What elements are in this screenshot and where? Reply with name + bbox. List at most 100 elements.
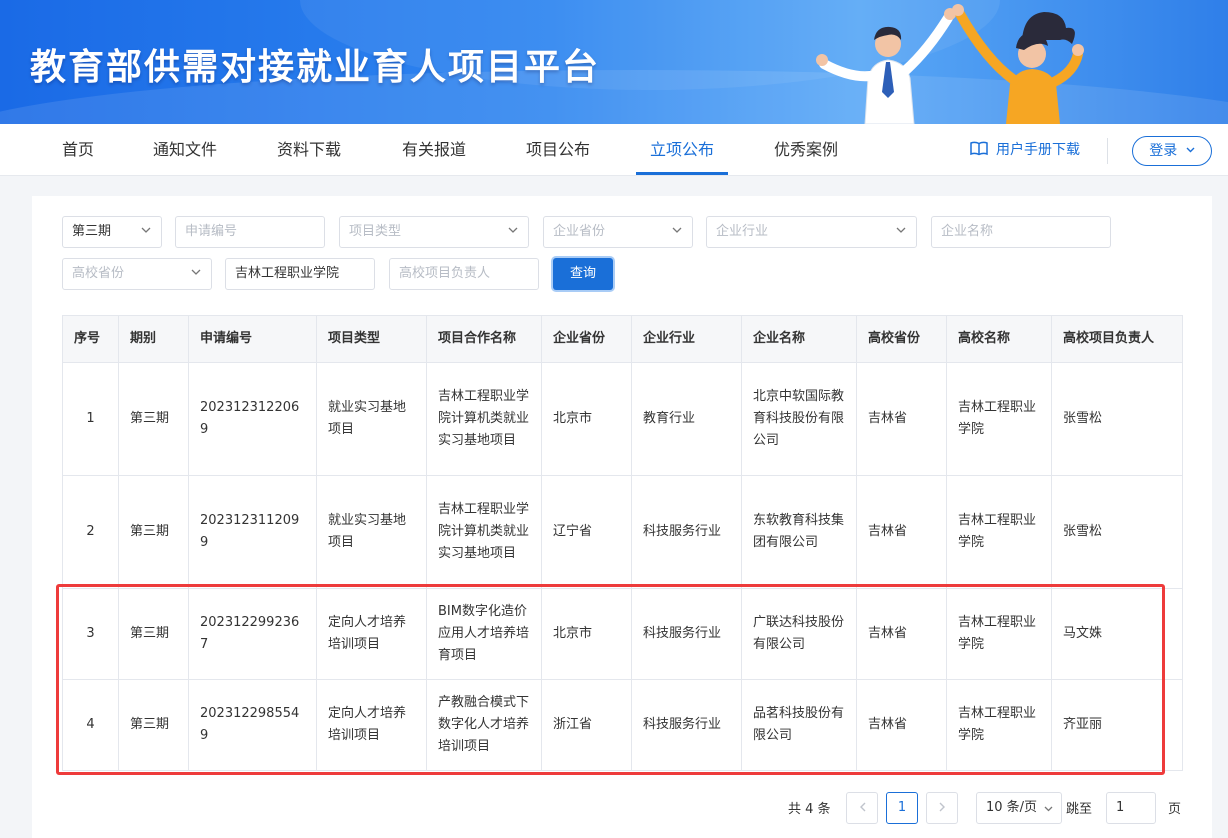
chevron-down-icon [141,227,151,233]
school-province-placeholder: 高校省份 [72,266,125,281]
table-cell: 第三期 [118,679,189,771]
school-leader-placeholder: 高校项目负责人 [399,266,491,281]
table-cell: 东软教育科技集团有限公司 [741,475,857,589]
table-row: 1 第三期 2023123122069 就业实习基地项目 吉林工程职业学院计算机… [62,362,1183,476]
nav-divider [1107,138,1108,164]
table-cell: 2 [62,475,119,589]
table-cell: 吉林工程职业学院计算机类就业实习基地项目 [426,475,542,589]
table-cell: 北京市 [541,588,632,680]
table-cell: 3 [62,588,119,680]
company-industry-placeholder: 企业行业 [716,224,769,239]
application-no-input[interactable]: 申请编号 [175,216,325,248]
chevron-down-icon [672,227,682,233]
company-name-placeholder: 企业名称 [941,224,994,239]
table-cell: 2023122985549 [188,679,317,771]
column-header: 高校项目负责人 [1051,315,1183,363]
table-cell: 科技服务行业 [631,475,742,589]
table-cell: 第三期 [118,588,189,680]
company-province-placeholder: 企业省份 [553,224,606,239]
table-cell: 4 [62,679,119,771]
table-cell: 北京市 [541,362,632,476]
table-cell: 品茗科技股份有限公司 [741,679,857,771]
school-name-input[interactable]: 吉林工程职业学院 [225,258,375,290]
nav-item-notices[interactable]: 通知文件 [153,124,217,176]
table-row: 3 第三期 2023122992367 定向人才培养培训项目 BIM数字化造价应… [62,588,1183,680]
chevron-right-icon [939,802,945,811]
school-name-value: 吉林工程职业学院 [235,266,340,281]
table-cell: 科技服务行业 [631,588,742,680]
column-header: 企业省份 [541,315,632,363]
jump-label: 跳至 [1066,802,1093,817]
table-cell: 吉林省 [856,475,947,589]
pagination-total: 共 4 条 [788,802,831,817]
chevron-left-icon [859,802,865,811]
project-type-select[interactable]: 项目类型 [339,216,529,248]
table-cell: 就业实习基地项目 [316,475,427,589]
table-cell: 浙江省 [541,679,632,771]
chevron-down-icon [508,227,518,233]
nav-item-downloads[interactable]: 资料下载 [277,124,341,176]
table-cell: 吉林工程职业学院 [946,475,1052,589]
column-header: 高校名称 [946,315,1052,363]
table-cell: 第三期 [118,362,189,476]
table-cell: 北京中软国际教育科技股份有限公司 [741,362,857,476]
table-row: 4 第三期 2023122985549 定向人才培养培训项目 产教融合模式下数字… [62,679,1183,771]
table-cell: 教育行业 [631,362,742,476]
header-banner: 教育部供需对接就业育人项目平台 [0,0,1228,124]
table-cell: 就业实习基地项目 [316,362,427,476]
nav-item-home[interactable]: 首页 [62,124,94,176]
column-header: 企业行业 [631,315,742,363]
table-cell: 吉林工程职业学院 [946,588,1052,680]
column-header: 企业名称 [741,315,857,363]
project-type-placeholder: 项目类型 [349,224,402,239]
high-five-illustration [816,4,1084,124]
next-page-button[interactable] [926,792,958,824]
results-table: 序号 期别 申请编号 项目类型 项目合作名称 企业省份 企业行业 企业名称 高校… [62,315,1183,771]
book-icon [970,141,988,156]
table-cell: 辽宁省 [541,475,632,589]
table-row: 2 第三期 2023123112099 就业实习基地项目 吉林工程职业学院计算机… [62,475,1183,589]
column-header: 期别 [118,315,189,363]
site-title: 教育部供需对接就业育人项目平台 [30,47,601,88]
table-cell: 产教融合模式下数字化人才培养培训项目 [426,679,542,771]
company-province-select[interactable]: 企业省份 [543,216,693,248]
column-header: 项目合作名称 [426,315,542,363]
table-cell: 定向人才培养培训项目 [316,588,427,680]
table-cell: 吉林工程职业学院 [946,362,1052,476]
nav-item-approved[interactable]: 立项公布 [650,124,714,176]
table-cell: 吉林工程职业学院 [946,679,1052,771]
period-select[interactable]: 第三期 [62,216,162,248]
search-button[interactable]: 查询 [553,258,613,290]
table-cell: 马文姝 [1051,588,1183,680]
login-button[interactable]: 登录 [1132,136,1212,166]
nav-item-projects[interactable]: 项目公布 [526,124,590,176]
table-cell: 2023122992367 [188,588,317,680]
table-cell: 张雪松 [1051,475,1183,589]
page-number-button[interactable]: 1 [886,792,918,824]
table-cell: 吉林工程职业学院计算机类就业实习基地项目 [426,362,542,476]
page-size-select[interactable]: 10 条/页 [976,792,1062,824]
company-industry-select[interactable]: 企业行业 [706,216,917,248]
manual-download-link[interactable]: 用户手册下载 [970,124,1080,176]
chevron-down-icon [1186,147,1195,153]
table-cell: 科技服务行业 [631,679,742,771]
column-header: 申请编号 [188,315,317,363]
table-cell: 吉林省 [856,362,947,476]
column-header: 序号 [62,315,119,363]
jump-page-input[interactable]: 1 [1106,792,1156,824]
company-name-input[interactable]: 企业名称 [931,216,1111,248]
chevron-down-icon [191,269,201,275]
table-cell: 广联达科技股份有限公司 [741,588,857,680]
prev-page-button[interactable] [846,792,878,824]
table-cell: 张雪松 [1051,362,1183,476]
school-province-select[interactable]: 高校省份 [62,258,212,290]
column-header: 高校省份 [856,315,947,363]
chevron-down-icon [896,227,906,233]
nav-item-cases[interactable]: 优秀案例 [774,124,838,176]
nav-item-reports[interactable]: 有关报道 [402,124,466,176]
table-cell: 1 [62,362,119,476]
application-no-placeholder: 申请编号 [185,224,238,239]
table-cell: 定向人才培养培训项目 [316,679,427,771]
chevron-down-icon [1044,806,1053,812]
school-leader-input[interactable]: 高校项目负责人 [389,258,539,290]
